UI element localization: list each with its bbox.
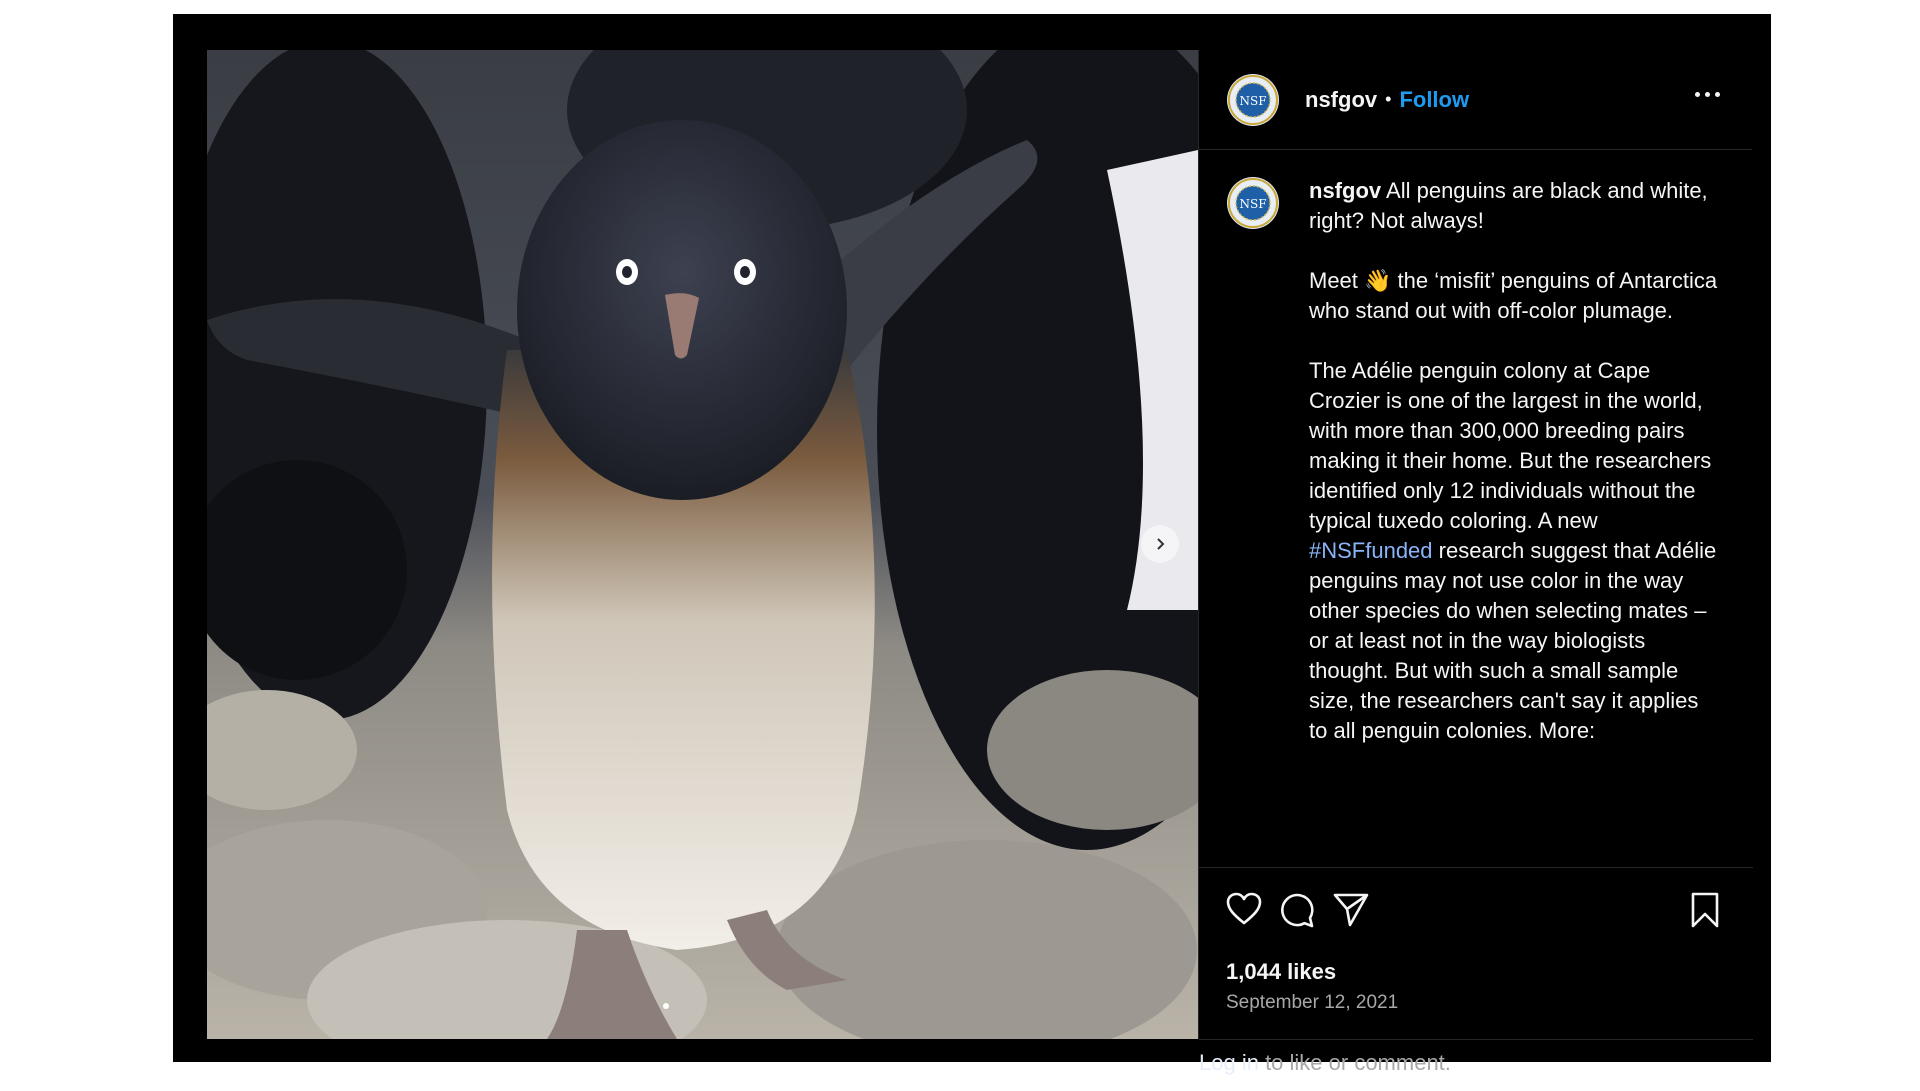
post-header: NSF nsfgov • Follow [1199, 50, 1752, 150]
chevron-right-icon [1157, 538, 1165, 550]
carousel-dot-active [663, 1003, 669, 1009]
post-side-panel: NSF nsfgov • Follow NSF nsfgov All pengu… [1198, 50, 1753, 1075]
hashtag-link[interactable]: #NSFfunded [1309, 538, 1433, 563]
likes-count[interactable]: 1,044 likes [1226, 959, 1336, 985]
follow-button[interactable]: Follow [1399, 87, 1469, 113]
svg-text:NSF: NSF [1239, 94, 1266, 108]
bookmark-icon[interactable] [1689, 892, 1721, 933]
post-date: September 12, 2021 [1226, 992, 1399, 1013]
post-photo[interactable] [207, 50, 1198, 1039]
next-photo-button[interactable] [1141, 525, 1179, 563]
caption-username[interactable]: nsfgov [1309, 178, 1381, 203]
action-bar [1199, 867, 1753, 947]
login-prompt: Log in to like or comment. [1199, 1039, 1753, 1091]
caption-text-meet: Meet 👋 the ‘misfit’ penguins of Antarcti… [1309, 268, 1724, 323]
carousel-indicator [663, 1003, 669, 1009]
nsf-logo-icon: NSF [1228, 74, 1278, 125]
separator-dot: • [1385, 89, 1392, 109]
avatar[interactable]: NSF [1227, 73, 1279, 126]
login-link[interactable]: Log in [1199, 1050, 1259, 1075]
caption-text-research: research suggest that Adélie penguins ma… [1309, 538, 1723, 743]
penguin-photo-image [207, 50, 1198, 1039]
username-link[interactable]: nsfgov [1305, 87, 1377, 113]
more-options-icon[interactable] [1695, 86, 1720, 103]
post-caption: nsfgov All penguins are black and white,… [1309, 176, 1719, 746]
nsf-logo-icon: NSF [1228, 178, 1278, 228]
heart-icon[interactable] [1226, 892, 1262, 931]
svg-text:NSF: NSF [1239, 197, 1266, 211]
caption-scroll-area[interactable]: NSF nsfgov All penguins are black and wh… [1199, 150, 1753, 867]
comment-icon[interactable] [1279, 892, 1315, 933]
login-prompt-text: to like or comment. [1258, 1050, 1451, 1075]
caption-avatar[interactable]: NSF [1227, 177, 1279, 229]
paper-plane-icon[interactable] [1333, 892, 1369, 933]
caption-text-body: The Adélie penguin colony at Cape Crozie… [1309, 358, 1718, 533]
